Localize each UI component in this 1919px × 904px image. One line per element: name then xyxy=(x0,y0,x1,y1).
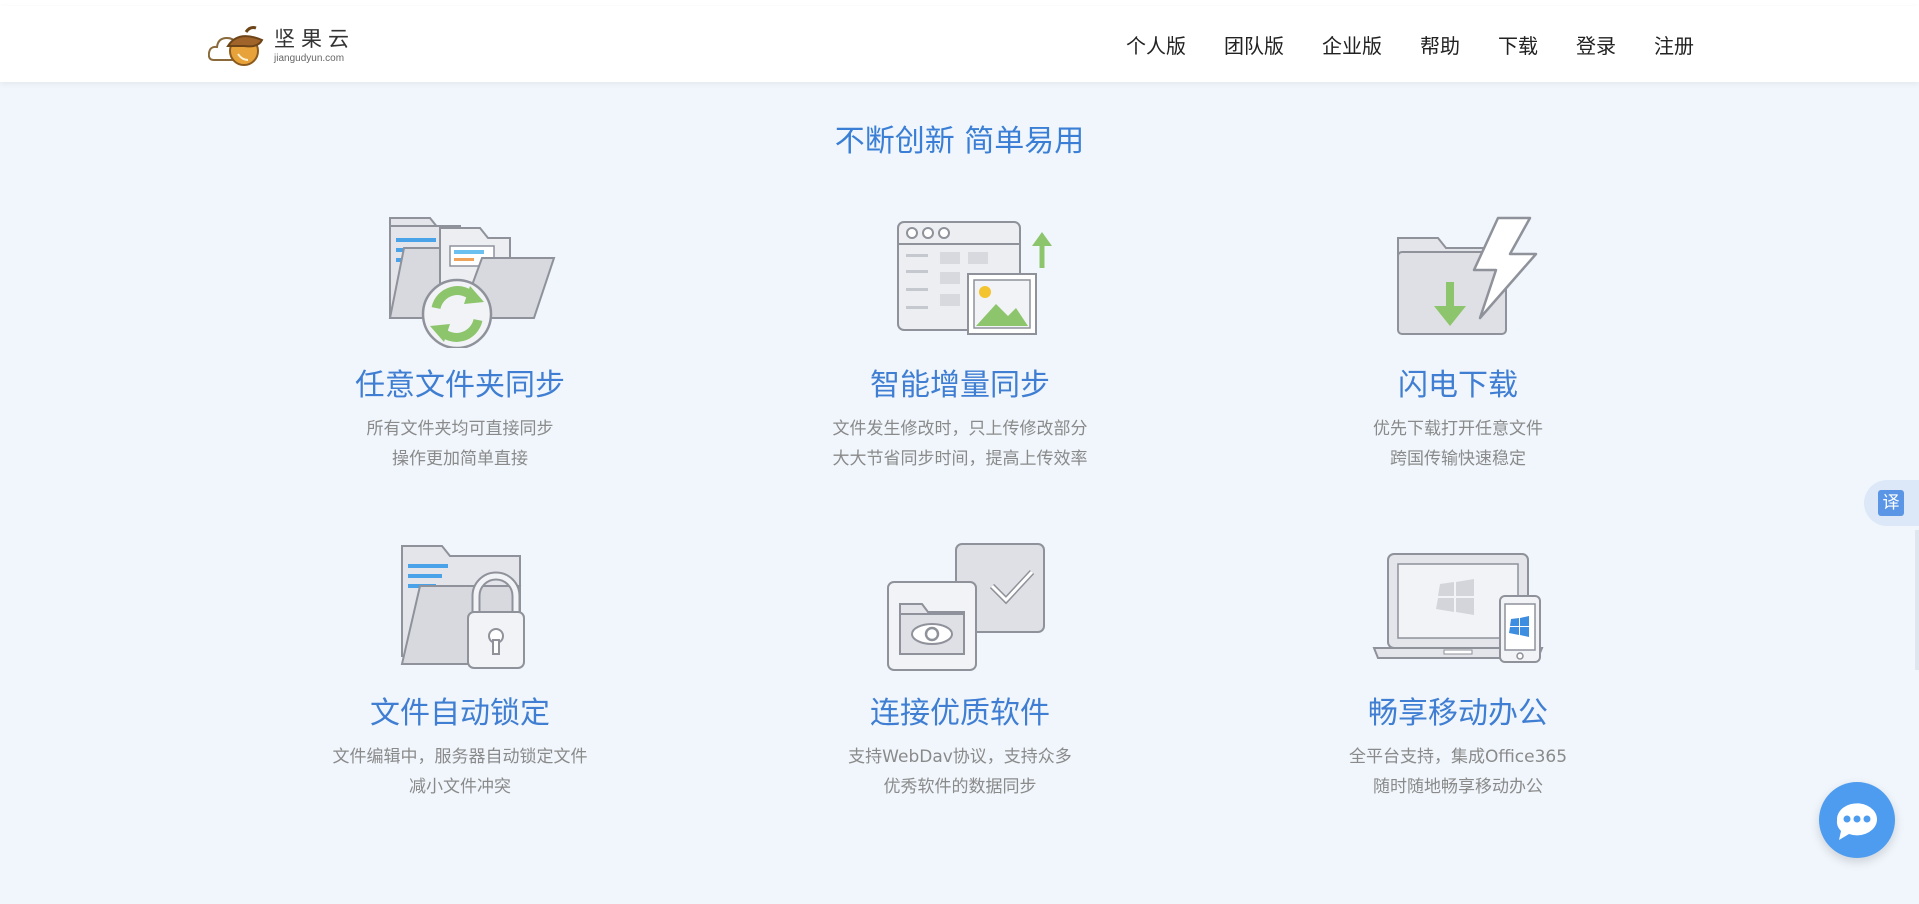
feature-file-lock: 文件自动锁定 文件编辑中，服务器自动锁定文件 减小文件冲突 xyxy=(270,536,650,802)
feature-folder-sync: 任意文件夹同步 所有文件夹均可直接同步 操作更加简单直接 xyxy=(270,208,650,474)
feature-incremental-sync: 智能增量同步 文件发生修改时，只上传修改部分 大大节省同步时间，提高上传效率 xyxy=(770,208,1150,474)
lightning-download-icon xyxy=(1397,216,1538,335)
feature-description: 所有文件夹均可直接同步 操作更加简单直接 xyxy=(270,414,650,474)
feature-desc-line: 跨国传输快速稳定 xyxy=(1390,449,1526,469)
feature-title: 闪电下载 xyxy=(1398,368,1518,403)
feature-title: 连接优质软件 xyxy=(870,696,1050,731)
feature-title: 任意文件夹同步 xyxy=(355,368,565,403)
feature-description: 支持WebDav协议，支持众多 优秀软件的数据同步 xyxy=(770,742,1150,802)
side-panel-edge xyxy=(1915,530,1919,670)
feature-description: 文件发生修改时，只上传修改部分 大大节省同步时间，提高上传效率 xyxy=(770,414,1150,474)
incremental-sync-icon xyxy=(897,221,1052,335)
feature-title: 畅享移动办公 xyxy=(1368,696,1548,731)
nav-personal[interactable]: 个人版 xyxy=(1126,30,1186,59)
brand-name: 坚果云 xyxy=(274,26,355,51)
chat-button[interactable] xyxy=(1819,782,1895,858)
acorn-cloud-logo-icon xyxy=(208,26,264,66)
nav-register[interactable]: 注册 xyxy=(1654,30,1694,59)
mobile-office-icon xyxy=(1372,553,1544,663)
feature-quality-software: 连接优质软件 支持WebDav协议，支持众多 优秀软件的数据同步 xyxy=(770,536,1150,802)
feature-desc-line: 操作更加简单直接 xyxy=(392,449,528,469)
feature-desc-line: 全平台支持，集成Office365 xyxy=(1348,747,1568,767)
feature-description: 全平台支持，集成Office365 随时随地畅享移动办公 xyxy=(1268,742,1648,802)
nav-help[interactable]: 帮助 xyxy=(1420,30,1460,59)
brand-domain: jiangudyun.com xyxy=(274,52,345,64)
translate-button[interactable]: 译 xyxy=(1864,480,1919,526)
nav-login[interactable]: 登录 xyxy=(1576,30,1616,59)
feature-description: 文件编辑中，服务器自动锁定文件 减小文件冲突 xyxy=(270,742,650,802)
feature-description: 优先下载打开任意文件 跨国传输快速稳定 xyxy=(1268,414,1648,474)
nav-download[interactable]: 下载 xyxy=(1498,30,1538,59)
feature-desc-line: 随时随地畅享移动办公 xyxy=(1373,777,1543,797)
feature-title: 智能增量同步 xyxy=(870,368,1050,403)
logo[interactable]: 坚果云 jiangudyun.com xyxy=(208,24,355,68)
feature-desc-line: 大大节省同步时间，提高上传效率 xyxy=(832,449,1088,469)
feature-desc-line: 优秀软件的数据同步 xyxy=(883,777,1037,797)
feature-desc-line: 优先下载打开任意文件 xyxy=(1373,419,1543,439)
nav-team[interactable]: 团队版 xyxy=(1224,30,1284,59)
feature-desc-line: 文件编辑中，服务器自动锁定文件 xyxy=(332,747,588,767)
chat-bubble-icon xyxy=(1836,803,1877,840)
site-header: 坚果云 jiangudyun.com 个人版 团队版 企业版 帮助 下载 登录 … xyxy=(0,6,1919,82)
feature-desc-line: 文件发生修改时，只上传修改部分 xyxy=(832,419,1088,439)
feature-desc-line: 减小文件冲突 xyxy=(409,777,511,797)
quality-software-icon xyxy=(887,543,1045,671)
feature-desc-line: 支持WebDav协议，支持众多 xyxy=(848,747,1072,767)
feature-title: 文件自动锁定 xyxy=(370,696,550,731)
nav-enterprise[interactable]: 企业版 xyxy=(1322,30,1382,59)
file-lock-icon xyxy=(400,545,525,669)
main-nav: 个人版 团队版 企业版 帮助 下载 登录 注册 xyxy=(1088,6,1694,82)
feature-lightning-download: 闪电下载 优先下载打开任意文件 跨国传输快速稳定 xyxy=(1268,208,1648,474)
feature-mobile-office: 畅享移动办公 全平台支持，集成Office365 随时随地畅享移动办公 xyxy=(1268,536,1648,802)
feature-desc-line: 所有文件夹均可直接同步 xyxy=(366,419,554,439)
folder-sync-icon xyxy=(388,217,556,348)
translate-icon: 译 xyxy=(1878,490,1904,516)
section-title: 不断创新 简单易用 xyxy=(834,124,1085,159)
